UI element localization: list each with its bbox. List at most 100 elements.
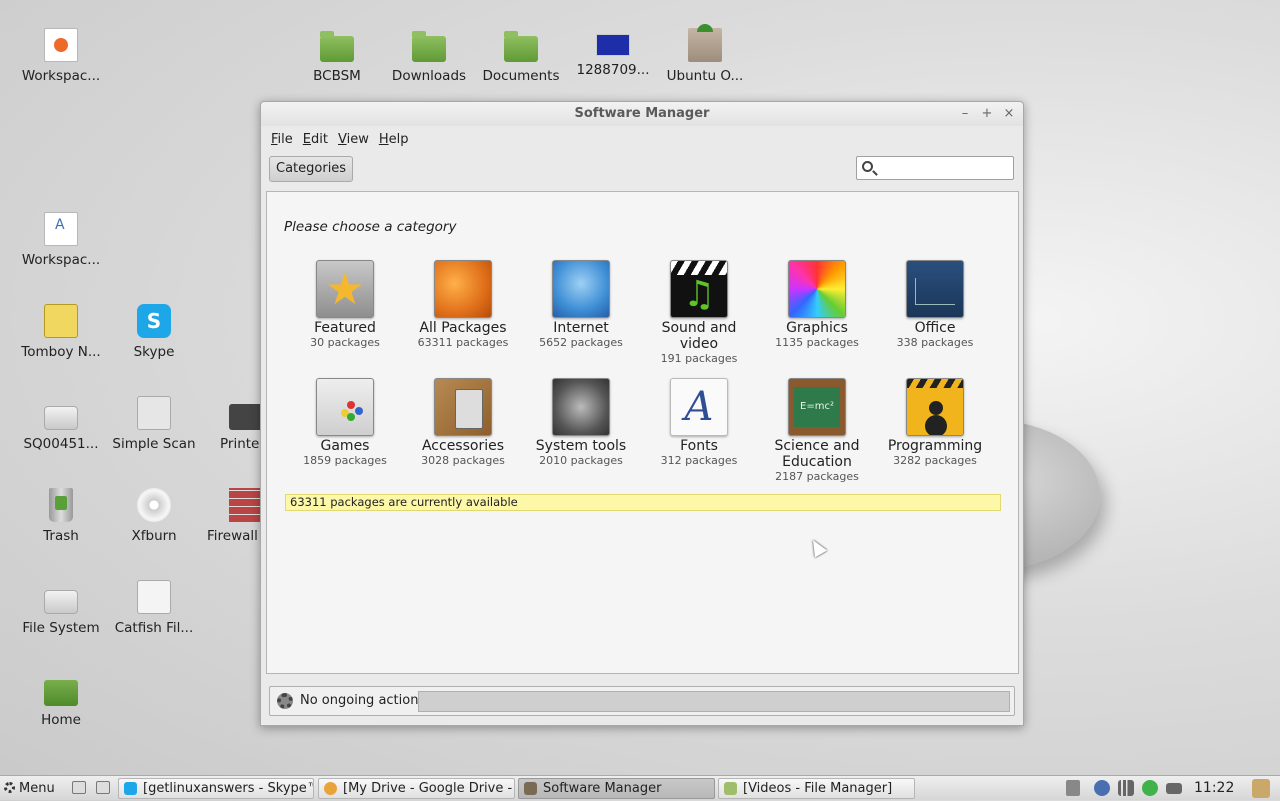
desktop-icon-skype[interactable]: S Skype xyxy=(108,304,200,360)
task-file-manager[interactable]: [Videos - File Manager] xyxy=(718,778,915,799)
menu-help[interactable]: Help xyxy=(375,132,413,147)
desktop-icon-firewall[interactable]: Firewall xyxy=(199,488,263,544)
category-count: 191 packages xyxy=(660,352,738,365)
desktop-icon-workspace-document[interactable]: Workspac... xyxy=(15,212,107,268)
file-manager-icon xyxy=(724,782,737,795)
network-signal-icon[interactable] xyxy=(1118,780,1134,796)
task-skype[interactable]: [getlinuxanswers - Skype™] xyxy=(118,778,314,799)
category-name: Accessories xyxy=(421,438,505,454)
start-menu-button[interactable]: Menu xyxy=(4,779,55,798)
catfish-search-icon xyxy=(137,580,171,614)
folder-icon xyxy=(504,31,538,62)
category-featured[interactable]: Featured 30 packages xyxy=(290,260,400,350)
close-button[interactable]: × xyxy=(1003,102,1015,126)
desktop-icon-printer[interactable]: Printe xyxy=(199,396,263,452)
desktop-icon-label: Xfburn xyxy=(131,528,177,544)
category-science-and-education[interactable]: Science and Education 2187 packages xyxy=(762,378,872,484)
category-programming[interactable]: Programming 3282 packages xyxy=(880,378,990,468)
desktop-icon-documents[interactable]: Documents xyxy=(475,28,567,84)
gear-icon[interactable] xyxy=(277,693,293,709)
category-name: Featured xyxy=(314,320,376,336)
category-name: Sound and video xyxy=(661,320,737,352)
task-software-manager[interactable]: Software Manager xyxy=(518,778,715,799)
menu-edit[interactable]: Edit xyxy=(299,132,332,147)
category-count: 312 packages xyxy=(660,454,738,467)
desktop-icon-tomboy[interactable]: Tomboy N... xyxy=(15,304,107,360)
task-google-drive[interactable]: [My Drive - Google Drive - ... xyxy=(318,778,515,799)
categories-button[interactable]: Categories xyxy=(269,156,354,182)
maximize-button[interactable]: + xyxy=(981,102,993,126)
disc-icon xyxy=(137,488,171,522)
gears-icon xyxy=(434,260,492,318)
tomboy-notes-icon xyxy=(44,304,78,338)
task-label: [getlinuxanswers - Skype™] xyxy=(143,781,314,796)
gamepad-icon xyxy=(316,378,374,436)
desktop-icon-label: Downloads xyxy=(391,68,467,84)
battery-icon[interactable] xyxy=(1166,783,1182,794)
search-field[interactable] xyxy=(856,156,1014,180)
color-wheel-icon xyxy=(788,260,846,318)
category-panel: Please choose a category Featured 30 pac… xyxy=(266,191,1019,674)
category-name: Internet xyxy=(553,320,609,336)
category-count: 1135 packages xyxy=(775,336,859,349)
search-input[interactable] xyxy=(879,157,1009,177)
volume-icon[interactable] xyxy=(1066,780,1080,796)
info-shield-icon[interactable] xyxy=(1094,780,1110,796)
gear-icon xyxy=(4,782,15,793)
task-label: Software Manager xyxy=(543,781,662,796)
category-internet[interactable]: Internet 5652 packages xyxy=(526,260,636,350)
clock[interactable]: 11:22 xyxy=(1194,776,1234,801)
desktop-icon-ubuntu-package[interactable]: Ubuntu O... xyxy=(659,24,751,84)
terminal-icon[interactable] xyxy=(96,781,110,794)
desktop-icon-simple-scan[interactable]: Simple Scan xyxy=(108,396,200,452)
category-all-packages[interactable]: All Packages 63311 packages xyxy=(408,260,518,350)
category-graphics[interactable]: Graphics 1135 packages xyxy=(762,260,872,350)
category-count: 338 packages xyxy=(896,336,974,349)
category-name: All Packages xyxy=(419,320,507,336)
window-title: Software Manager xyxy=(574,106,710,121)
desktop-icon-downloads[interactable]: Downloads xyxy=(383,28,475,84)
desktop-icon-workspace-presentation[interactable]: Workspac... xyxy=(15,28,107,84)
search-icon xyxy=(862,161,873,172)
minimize-button[interactable]: – xyxy=(959,102,971,126)
font-icon xyxy=(670,378,728,436)
desktop-icon-bcbsm[interactable]: BCBSM xyxy=(291,28,383,84)
menu-file[interactable]: File xyxy=(267,132,297,147)
category-count: 3028 packages xyxy=(421,454,505,467)
printer-icon xyxy=(229,404,263,430)
desktop-icon-label: Skype xyxy=(133,344,175,360)
desktop-icon-image-file[interactable]: 1288709... xyxy=(567,22,659,78)
desktop-icon-home[interactable]: Home xyxy=(15,672,107,728)
category-name: Graphics xyxy=(786,320,848,336)
availability-banner: 63311 packages are currently available xyxy=(285,494,1001,511)
category-games[interactable]: Games 1859 packages xyxy=(290,378,400,468)
show-desktop-icon[interactable] xyxy=(72,781,86,794)
desktop-icon-file-system[interactable]: File System xyxy=(15,580,107,636)
window-titlebar[interactable]: Software Manager – + × xyxy=(261,102,1023,126)
menu-view[interactable]: View xyxy=(334,132,373,147)
desktop-icon-catfish[interactable]: Catfish Fil... xyxy=(108,580,200,636)
skype-icon xyxy=(124,782,137,795)
category-office[interactable]: Office 338 packages xyxy=(880,260,990,350)
desktop-icon-xfburn[interactable]: Xfburn xyxy=(108,488,200,544)
task-label: [My Drive - Google Drive - ... xyxy=(343,781,515,796)
category-count: 5652 packages xyxy=(539,336,623,349)
desktop-icon-label: Ubuntu O... xyxy=(666,68,744,84)
trash-icon xyxy=(49,488,73,522)
category-name: Games xyxy=(320,438,370,454)
desktop-icon-label: Workspac... xyxy=(21,68,101,84)
category-fonts[interactable]: Fonts 312 packages xyxy=(644,378,754,468)
update-check-icon[interactable] xyxy=(1142,780,1158,796)
user-avatar-icon[interactable] xyxy=(1252,779,1270,798)
category-system-tools[interactable]: System tools 2010 packages xyxy=(526,378,636,468)
text-document-icon xyxy=(44,212,78,246)
line-chart-icon xyxy=(906,260,964,318)
category-name: Fonts xyxy=(680,438,718,454)
category-count: 1859 packages xyxy=(303,454,387,467)
desktop-icon-label: BCBSM xyxy=(313,68,361,84)
desktop-icon-sq-drive[interactable]: SQ00451... xyxy=(15,396,107,452)
category-accessories[interactable]: Accessories 3028 packages xyxy=(408,378,518,468)
system-gears-icon xyxy=(552,378,610,436)
category-sound-and-video[interactable]: Sound and video 191 packages xyxy=(644,260,754,366)
desktop-icon-trash[interactable]: Trash xyxy=(15,488,107,544)
